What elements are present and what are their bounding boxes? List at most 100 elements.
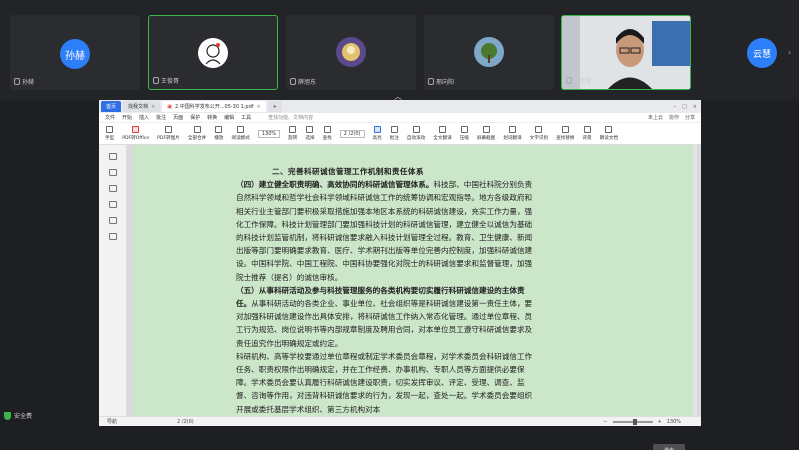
tool-icon [605,126,613,133]
toolbar-button[interactable]: PDF转Office [122,126,149,141]
menu-item[interactable]: 开始 [122,114,132,121]
tool-icon [482,126,490,133]
meeting-app: 孙赫 孙赫 王俊哥 薛旭东 邢向阳 张金星 云慧 › ︿ 首页 找我文档 × ▣… [0,0,799,450]
menu-item[interactable]: 页面 [173,114,183,121]
menu-item[interactable]: 插入 [139,114,149,121]
toolbar-button[interactable]: 划词翻译 [503,126,522,141]
toolbar-button[interactable]: 阅读模式 [231,126,250,141]
toolbar-label: 查找替换 [556,136,575,141]
chevron-right-icon[interactable]: › [788,48,791,57]
menu-item[interactable]: 工具 [241,114,251,121]
toolbar-button[interactable]: 朗读文档 [600,126,618,141]
nav-toggle[interactable]: 导航 [107,418,117,425]
menu-item[interactable]: 转换 [207,114,217,121]
tool-icon [165,126,173,133]
tool-icon [373,126,381,133]
toolbar-button[interactable]: PDF转图片 [157,126,180,141]
toolbar-button[interactable]: 旋转 [288,126,297,141]
menu-bar: 文件 开始 插入 批注 页面 保护 转换 编辑 工具 查找功能、文档内容 未上云… [99,113,701,123]
participant-tile[interactable]: 薛旭东 [286,15,416,90]
maximize-icon[interactable]: □ [682,104,687,110]
avatar: 孙赫 [60,39,90,69]
left-rail [99,145,127,416]
toolbar-label: 查找 [322,136,332,141]
search-input[interactable]: 查找功能、文档内容 [268,114,313,121]
toolbar-button[interactable]: 全文翻译 [433,126,452,141]
avatar[interactable]: 云慧 [747,38,777,68]
close-icon[interactable]: × [151,104,155,110]
tab-find-docs[interactable]: 找我文档 × [123,101,161,112]
bookmark-icon[interactable] [109,169,117,176]
toolbar-label: 批注 [389,136,399,141]
comment-icon[interactable] [109,185,117,192]
tool-icon [508,126,516,133]
toolbar-button[interactable]: 全部合并 [188,126,206,141]
toolbar-button[interactable]: 文字识别 [530,126,548,141]
toolbar-label: 全文翻译 [433,136,452,141]
menu-item[interactable]: 保护 [190,114,200,121]
participant-video-tile[interactable]: 张金星 [561,15,691,90]
toolbar-label: 手型 [105,136,115,141]
toolbar-label: 全部合并 [187,136,207,141]
toolbar-button[interactable]: 背景 [582,126,592,141]
tool-icon [215,126,223,133]
tool-icon [132,126,140,133]
participant-strip: 孙赫 孙赫 王俊哥 薛旭东 邢向阳 张金星 云慧 › ︿ [0,0,799,101]
zoom-slider[interactable] [612,418,653,425]
toolbar-button[interactable]: 批注 [390,126,399,141]
menu-item[interactable]: 编辑 [224,114,234,121]
scrollbar[interactable] [693,145,697,416]
toolbar-button[interactable]: 屏幕截图 [477,126,495,141]
toolbar-label: 朗读文档 [599,136,619,141]
toolbar-button[interactable]: 手型 [105,126,114,141]
security-indicator[interactable]: 安全费 [4,411,32,420]
page-indicator[interactable]: 2 /2(0) [339,129,365,138]
close-icon[interactable]: × [693,104,697,110]
zoom-in-icon[interactable]: + [658,419,662,425]
zoom-out-icon[interactable]: − [603,419,607,425]
toolbar-label: 播放 [214,136,224,141]
zoom-select[interactable]: 130% [257,129,281,138]
toolbar-button[interactable]: 高亮 [373,126,382,141]
tool-icon [583,126,591,133]
status-zoom: 130% [666,418,681,425]
exit-button[interactable]: 退出 [653,444,685,450]
minimize-icon[interactable]: – [674,104,677,110]
toolbar-label: 背景 [582,136,592,141]
mic-icon [153,77,159,84]
menu-item[interactable]: 文件 [105,114,115,121]
toolbar-button[interactable]: 播放 [214,126,223,141]
thumbnail-icon[interactable] [109,153,117,160]
paragraph: 科研机构、高等学校要通过单位章程或制定学术委员会章程，对学术委员会科研诚信工作任… [236,351,533,414]
tab-home[interactable]: 首页 [101,101,122,112]
paragraph: （五）从事科研活动及参与科技管理服务的各类机构要切实履行科研诚信建设的主体责任。… [236,285,533,348]
toolbar-button[interactable]: 查找替换 [556,126,574,141]
new-tab-button[interactable]: + [267,101,282,112]
toolbar-label: 文字识别 [529,136,549,141]
collab-button[interactable]: 协作 [669,114,679,121]
share-button[interactable]: 分享 [685,114,695,121]
menu-item[interactable]: 批注 [156,114,166,121]
participant-tile[interactable]: 王俊哥 [148,15,278,90]
toolbar-button[interactable]: 压缩 [460,126,469,141]
mic-icon [566,77,572,84]
participant-name: 邢向阳 [436,79,455,86]
tab-pdf[interactable]: ▣ 2.中国科学发布公开...05-30 1.pdf × [162,101,266,112]
participant-name: 张金星 [574,78,593,85]
close-icon[interactable]: × [257,104,261,110]
toolbar-button[interactable]: 自动滚动 [407,126,425,141]
toolbar-label: 高亮 [372,136,382,141]
tab-bar: 首页 找我文档 × ▣ 2.中国科学发布公开...05-30 1.pdf × + – … [99,100,701,113]
cloud-status[interactable]: 未上云 [648,114,663,121]
toolbar-label: PDF转Office [122,136,150,141]
toolbar-button[interactable]: 选择 [305,126,315,141]
search-icon[interactable] [109,217,117,224]
toolbar-button[interactable]: 查找 [323,126,332,141]
participant-tile[interactable]: 孙赫 孙赫 [10,15,140,90]
tool-icon [323,126,331,133]
attachment-icon[interactable] [109,201,117,208]
layers-icon[interactable] [109,233,117,240]
shared-screen-window: 首页 找我文档 × ▣ 2.中国科学发布公开...05-30 1.pdf × + – … [99,100,701,450]
participant-tile[interactable]: 邢向阳 [424,15,554,90]
toolbar-label: 压缩 [459,136,469,141]
